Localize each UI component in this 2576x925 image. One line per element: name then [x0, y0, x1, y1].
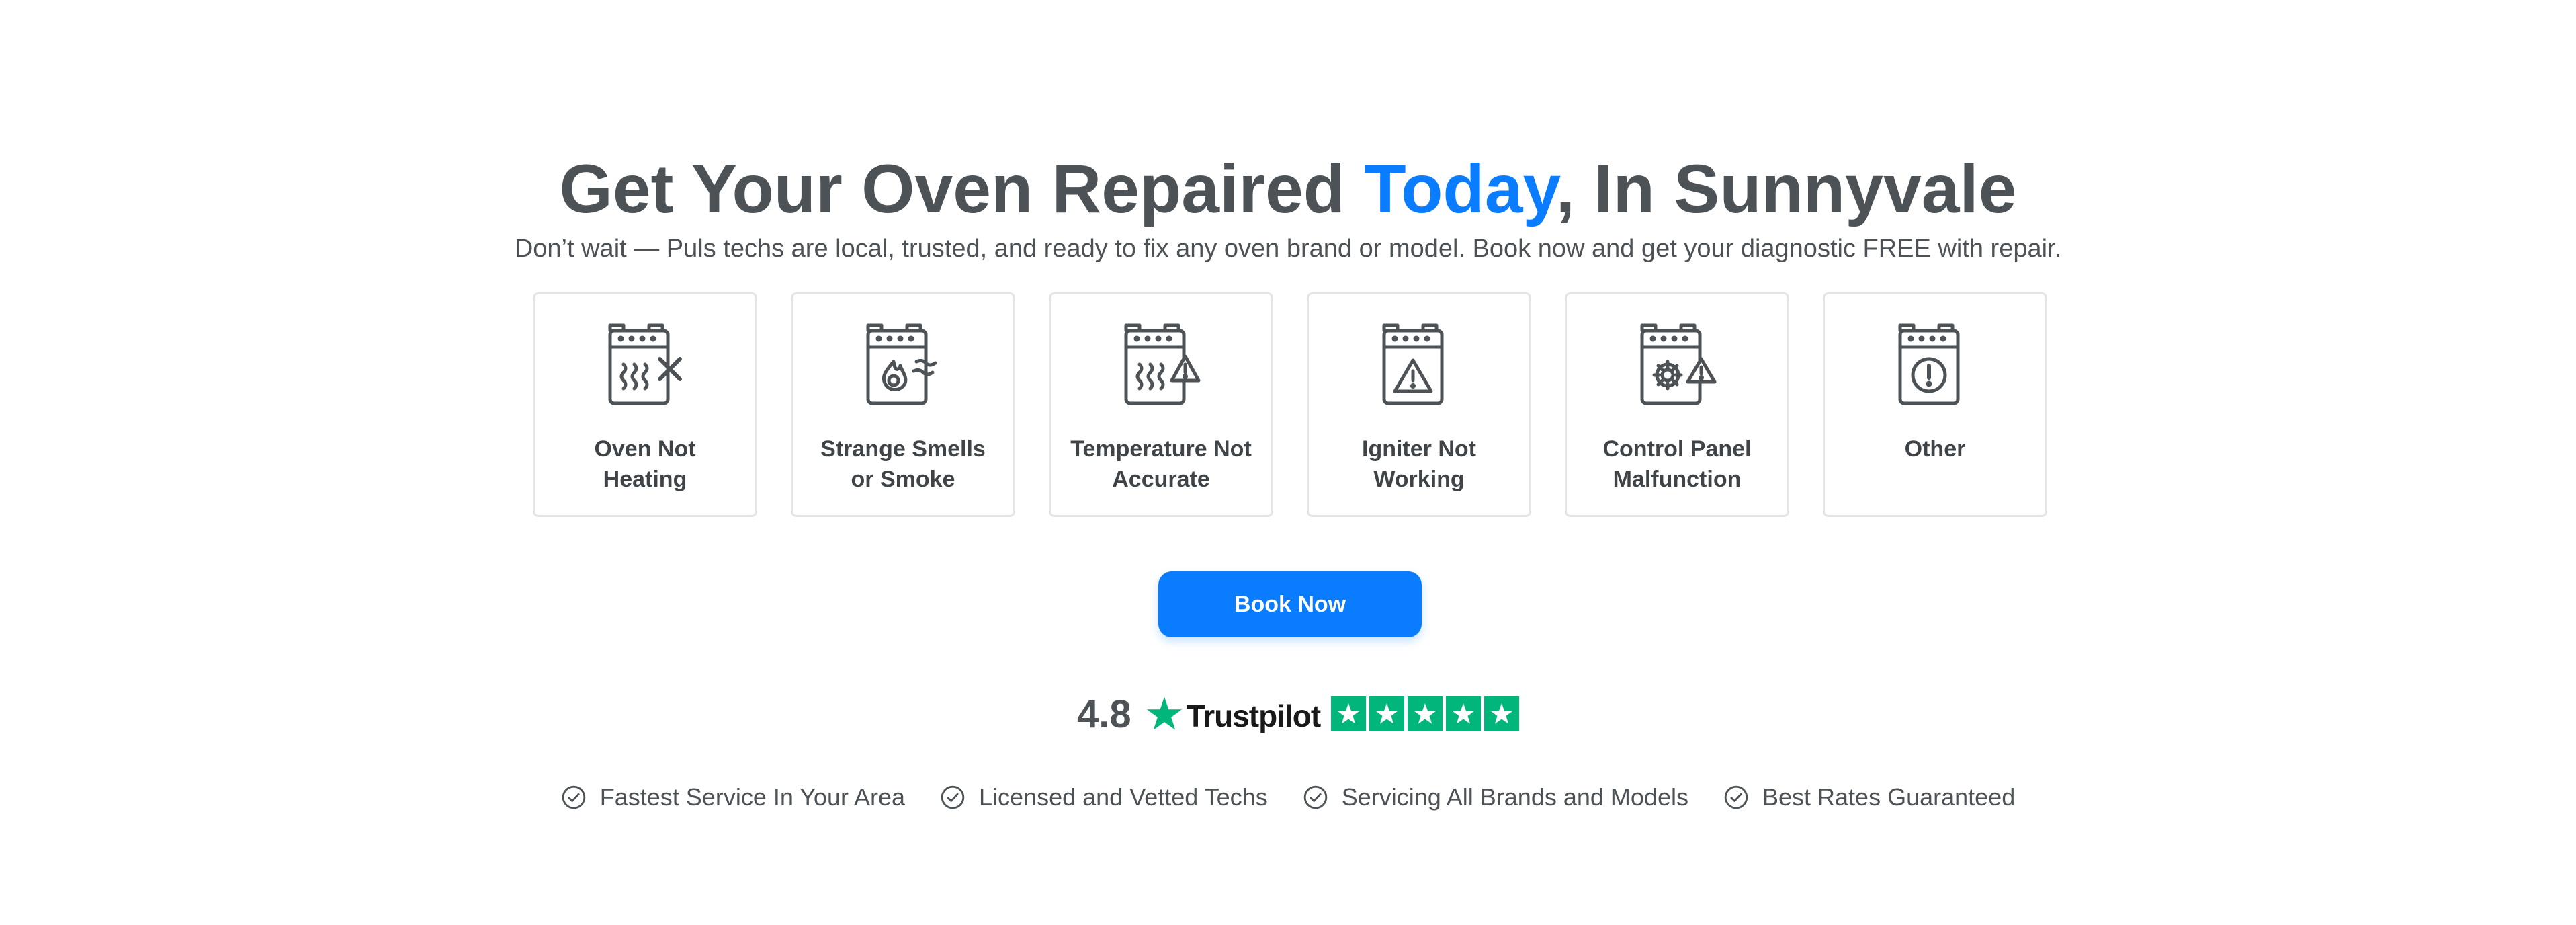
check-circle-icon	[1724, 785, 1748, 809]
issue-card-control-panel-malfunction[interactable]: Control Panel Malfunction	[1565, 292, 1789, 517]
feature-item: Servicing All Brands and Models	[1303, 783, 1688, 811]
rating-stars	[1331, 696, 1520, 731]
star-icon	[1369, 696, 1405, 731]
star-icon	[1331, 696, 1367, 731]
trustpilot-star-icon	[1146, 696, 1182, 730]
oven-flame-smell-icon	[866, 323, 937, 405]
oven-heat-x-icon	[608, 323, 682, 405]
book-now-button[interactable]: Book Now	[1158, 571, 1422, 637]
issue-card-temperature-not-accurate[interactable]: Temperature Not Accurate	[1049, 292, 1273, 517]
check-circle-icon	[562, 785, 586, 809]
trustpilot-rating[interactable]: 4.8 Trustpilot	[1077, 687, 1520, 741]
issue-card-other[interactable]: Other	[1823, 292, 2047, 517]
feature-list: Fastest Service In Your Area Licensed an…	[0, 783, 2576, 811]
oven-heat-warning-icon	[1124, 323, 1201, 405]
check-circle-icon	[941, 785, 965, 809]
issue-label: Temperature Not Accurate	[1070, 436, 1252, 492]
oven-warning-icon	[1382, 323, 1444, 405]
issue-options: Oven Not Heating Strange Smells or Smoke	[533, 292, 2047, 517]
feature-label: Licensed and Vetted Techs	[979, 783, 1268, 811]
feature-label: Servicing All Brands and Models	[1341, 783, 1688, 811]
issue-label: Control Panel Malfunction	[1602, 436, 1752, 492]
issue-card-igniter-not-working[interactable]: Igniter Not Working	[1307, 292, 1531, 517]
title-part-2: , In Sunnyvale	[1555, 151, 2017, 228]
feature-item: Licensed and Vetted Techs	[940, 783, 1268, 811]
issue-label: Oven Not Heating	[594, 436, 696, 492]
issue-label: Other	[1904, 436, 1966, 462]
page-subtitle: Don’t wait — Puls techs are local, trust…	[514, 235, 2062, 263]
title-part-1: Get Your Oven Repaired	[559, 151, 1365, 228]
trustpilot-wordmark: Trustpilot	[1186, 698, 1322, 733]
oven-gear-warning-icon	[1640, 323, 1717, 405]
page-title: Get Your Oven Repaired Today, In Sunnyva…	[0, 145, 2576, 233]
issue-label: Igniter Not Working	[1362, 436, 1476, 492]
star-icon	[1446, 696, 1482, 731]
issue-label: Strange Smells or Smoke	[820, 436, 986, 492]
star-icon	[1408, 696, 1443, 731]
issue-card-strange-smells[interactable]: Strange Smells or Smoke	[791, 292, 1015, 517]
issue-card-oven-not-heating[interactable]: Oven Not Heating	[533, 292, 757, 517]
feature-item: Fastest Service In Your Area	[561, 783, 905, 811]
title-highlight: Today	[1364, 151, 1556, 228]
feature-label: Fastest Service In Your Area	[599, 783, 906, 811]
star-icon	[1484, 696, 1520, 731]
feature-label: Best Rates Guaranteed	[1762, 783, 2016, 811]
page: Get Your Oven Repaired Today, In Sunnyva…	[0, 0, 2576, 925]
check-circle-icon	[1303, 785, 1327, 809]
oven-exclamation-icon	[1898, 323, 1960, 405]
feature-item: Best Rates Guaranteed	[1723, 783, 2015, 811]
rating-value: 4.8	[1077, 692, 1131, 736]
